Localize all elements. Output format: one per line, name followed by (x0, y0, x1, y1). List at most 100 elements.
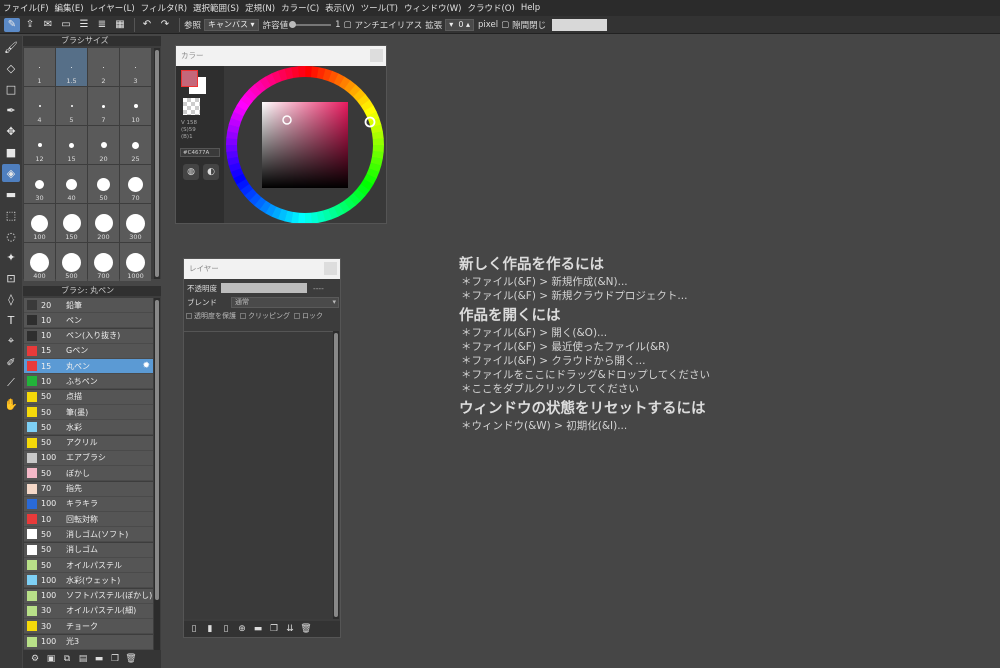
new-canvas-icon[interactable]: ✎ (4, 17, 20, 32)
brush-size-cell[interactable]: 4 (24, 87, 55, 125)
brush-tool-icon[interactable]: 🖌 (2, 38, 20, 56)
brush-size-cell[interactable]: 200 (88, 204, 119, 242)
brush-size-cell[interactable]: 400 (24, 243, 55, 281)
brush-size-cell[interactable]: 12 (24, 126, 55, 164)
clipping-checkbox[interactable]: クリッピング (240, 311, 290, 321)
layer-list[interactable] (184, 331, 333, 619)
shape-tool-icon[interactable]: □ (2, 80, 20, 98)
layer-window-title[interactable]: レイヤー (184, 259, 340, 279)
brush-size-cell[interactable]: 7 (88, 87, 119, 125)
brush-list-item[interactable]: 50 消しゴム(ソフト) (24, 527, 153, 543)
brush-size-cell[interactable]: 20 (88, 126, 119, 164)
duplicate-layer-icon[interactable]: ❐ (268, 623, 280, 635)
brush-size-cell[interactable]: 300 (120, 204, 151, 242)
brush-list-item[interactable]: 100 キラキラ (24, 496, 153, 512)
menu-icon[interactable]: ≣ (94, 18, 110, 32)
brush-size-cell[interactable]: 10 (120, 87, 151, 125)
redo-icon[interactable]: ↷ (157, 18, 173, 32)
paste-brush-icon[interactable]: ▤ (77, 653, 89, 665)
menu-help[interactable]: Help (521, 3, 540, 13)
antialias-checkbox-icon[interactable]: ▢ (344, 20, 352, 30)
brush-size-cell[interactable]: 700 (88, 243, 119, 281)
delete-icon[interactable]: 🗑 (125, 653, 137, 665)
brush-size-cell[interactable]: 70 (120, 165, 151, 203)
brush-settings-icon[interactable]: ⚙ (29, 653, 41, 665)
brush-size-cell[interactable]: 50 (88, 165, 119, 203)
color-window-title[interactable]: カラー (176, 46, 386, 66)
select-rect-tool-icon[interactable]: ⬚ (2, 206, 20, 224)
gradient-tool-icon[interactable]: ▬ (2, 185, 20, 203)
tolerance-slider[interactable] (289, 20, 332, 28)
brush-list-item[interactable]: 100 光3 (24, 634, 153, 650)
duplicate-icon[interactable]: ❐ (109, 653, 121, 665)
menu-window[interactable]: ウィンドウ(W) (404, 2, 462, 14)
bucket-pen-tool-icon[interactable]: ✐ (2, 353, 20, 371)
brush-list-item[interactable]: 100 エアブラシ (24, 450, 153, 466)
menu-filter[interactable]: フィルタ(R) (141, 2, 187, 14)
menu-select[interactable]: 選択範囲(S) (193, 2, 239, 14)
brush-list-item[interactable]: 70 指先 (24, 481, 153, 497)
hex-color-field[interactable]: #C4677A (180, 148, 220, 157)
expand-stepper[interactable]: ▾ 0 ▴ (445, 18, 474, 31)
brush-size-cell[interactable]: 2 (88, 48, 119, 86)
brush-size-cell[interactable]: 150 (56, 204, 87, 242)
add-layer-menu-icon[interactable]: ⊕ (236, 623, 248, 635)
brush-list-item[interactable]: 50 水彩 (24, 420, 153, 436)
brush-size-cell[interactable]: 40 (56, 165, 87, 203)
brush-list-item[interactable]: 50 筆(墨) (24, 405, 153, 421)
brush-list-item[interactable]: 15 丸ペン ✹ (24, 359, 153, 375)
brush-list-item[interactable]: 30 チョーク (24, 619, 153, 635)
brush-list-item[interactable]: 50 ぼかし (24, 466, 153, 482)
brush-list-item[interactable]: 10 回転対称 (24, 512, 153, 528)
menu-file[interactable]: ファイル(F) (3, 2, 49, 14)
color-wheel[interactable] (224, 66, 386, 224)
brush-size-cell[interactable]: 1.5 (56, 48, 87, 86)
layer-window-close-button[interactable] (324, 262, 337, 275)
brush-size-cell[interactable]: 5 (56, 87, 87, 125)
brush-list-item[interactable]: 15 Gペン (24, 343, 153, 359)
brush-list-item[interactable]: 50 アクリル (24, 435, 153, 451)
menu-tool[interactable]: ツール(T) (361, 2, 398, 14)
brush-list-item[interactable]: 50 消しゴム (24, 542, 153, 558)
transparent-color-swatch[interactable] (183, 98, 200, 115)
grid-icon[interactable]: ▦ (112, 18, 128, 32)
eyedropper-tool-icon[interactable]: ⟋ (2, 374, 20, 392)
magic-wand-tool-icon[interactable]: ✦ (2, 248, 20, 266)
bucket-tool-icon[interactable]: ◈ (2, 164, 20, 182)
folder-icon[interactable]: ▬ (93, 653, 105, 665)
brush-size-cell[interactable]: 500 (56, 243, 87, 281)
new-8bit-layer-icon[interactable]: ▮ (204, 623, 216, 635)
eraser-tool-icon[interactable]: ◇ (2, 59, 20, 77)
brush-size-cell[interactable]: 25 (120, 126, 151, 164)
brush-list-item[interactable]: 20 鉛筆 (24, 298, 153, 313)
comment-icon[interactable]: ▭ (58, 18, 74, 32)
menu-cloud[interactable]: クラウド(O) (467, 2, 514, 14)
brush-size-cell[interactable]: 1 (24, 48, 55, 86)
gap-close-slider[interactable] (552, 18, 608, 31)
brush-list-item[interactable]: 50 オイルパステル (24, 558, 153, 574)
blend-select[interactable]: 通常 ▾ (231, 296, 339, 308)
palette-icon[interactable]: ◍ (183, 164, 199, 180)
layer-list-scrollbar[interactable] (333, 331, 339, 619)
brush-list-item[interactable]: 10 ペン (24, 313, 153, 329)
menu-ruler[interactable]: 定規(N) (245, 2, 275, 14)
foreground-color-swatch[interactable] (181, 70, 198, 87)
list-icon[interactable]: ☰ (76, 18, 92, 32)
brush-gear-icon[interactable]: ✹ (142, 361, 150, 371)
brush-list-item[interactable]: 100 水彩(ウェット) (24, 573, 153, 589)
gap-close-checkbox-icon[interactable]: ▢ (501, 20, 509, 30)
share-icon[interactable]: ⇪ (22, 18, 38, 32)
opacity-slider[interactable] (221, 283, 307, 293)
select-pen-tool-icon[interactable]: ⊡ (2, 269, 20, 287)
brush-list-item[interactable]: 10 ふちペン (24, 374, 153, 390)
menu-edit[interactable]: 編集(E) (55, 2, 84, 14)
new-1bit-layer-icon[interactable]: ▯ (220, 623, 232, 635)
pen-tool-icon[interactable]: ✒ (2, 101, 20, 119)
divide-tool-icon[interactable]: ⌖ (2, 332, 20, 350)
brush-size-cell[interactable]: 3 (120, 48, 151, 86)
brush-size-cell[interactable]: 30 (24, 165, 55, 203)
select-eraser-tool-icon[interactable]: ◊ (2, 290, 20, 308)
menu-view[interactable]: 表示(V) (325, 2, 354, 14)
chat-icon[interactable]: ✉ (40, 18, 56, 32)
hand-tool-icon[interactable]: ✋ (2, 395, 20, 413)
